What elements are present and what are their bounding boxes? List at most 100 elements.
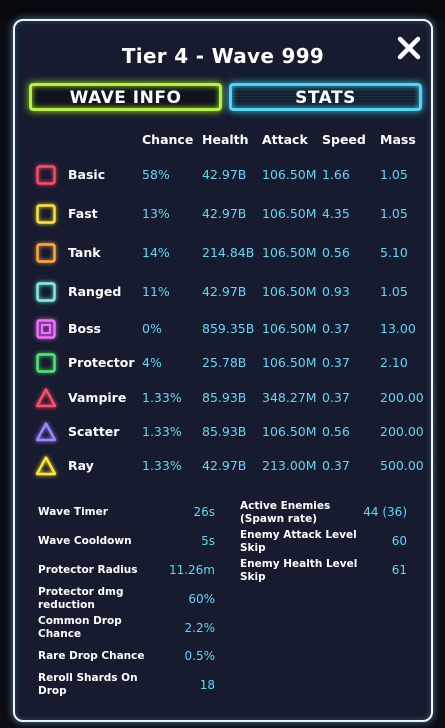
enemy-attack: 213.00M (262, 458, 317, 473)
enemy-name: Ray (68, 458, 94, 473)
enemy-health: 42.97B (202, 167, 247, 182)
enemy-row-scatter: Scatter 1.33% 85.93B 106.50M 0.56 200.00 (15, 421, 431, 443)
enemy-health: 25.78B (202, 355, 247, 370)
enemy-attack: 106.50M (262, 206, 317, 221)
enemy-chance: 11% (142, 284, 170, 299)
enemy-attack: 106.50M (262, 167, 317, 182)
enemy-attack: 348.27M (262, 390, 317, 405)
enemy-mass: 2.10 (380, 355, 408, 370)
tab-stats[interactable]: STATS (229, 83, 422, 111)
enemy-name: Vampire (68, 390, 127, 405)
enemy-mass: 13.00 (380, 321, 416, 336)
background-strip (0, 0, 445, 20)
enemy-speed: 0.56 (322, 245, 350, 260)
enemy-health: 85.93B (202, 424, 247, 439)
enemy-speed: 4.35 (322, 206, 350, 221)
enemy-icon-tank (35, 242, 57, 264)
enemy-chance: 13% (142, 206, 170, 221)
enemy-health: 42.97B (202, 206, 247, 221)
enemy-name: Basic (68, 167, 106, 182)
stat-label-protector-dmg-reduction: Protector dmg reduction (38, 586, 124, 611)
stat-value-enemy-attack-level-skip: 60 (391, 534, 407, 548)
enemy-icon-fast (35, 203, 57, 225)
enemy-name: Fast (68, 206, 98, 221)
enemy-chance: 1.33% (142, 424, 182, 439)
enemy-health: 42.97B (202, 284, 247, 299)
enemy-health: 859.35B (202, 321, 255, 336)
stat-label-reroll-shards-on-drop: Reroll Shards On Drop (38, 672, 138, 697)
stat-value-protector-radius: 11.26m (168, 563, 215, 577)
enemy-icon-basic (35, 164, 57, 186)
enemy-speed: 0.37 (322, 458, 350, 473)
enemy-mass: 200.00 (380, 390, 424, 405)
column-header-speed: Speed (322, 132, 366, 147)
enemy-speed: 0.37 (322, 321, 350, 336)
enemy-speed: 0.93 (322, 284, 350, 299)
enemy-icon-scatter (35, 421, 57, 443)
stat-label-wave-timer: Wave Timer (38, 506, 108, 518)
enemy-name: Protector (68, 355, 135, 370)
stat-label-common-drop-chance: Common Drop Chance (38, 615, 122, 640)
enemy-attack: 106.50M (262, 355, 317, 370)
enemy-row-boss: Boss 0% 859.35B 106.50M 0.37 13.00 (15, 318, 431, 340)
enemy-chance: 1.33% (142, 390, 182, 405)
stat-label-protector-radius: Protector Radius (38, 564, 138, 576)
column-header-health: Health (202, 132, 249, 147)
enemy-chance: 4% (142, 355, 162, 370)
stat-value-protector-dmg-reduction: 60% (188, 592, 215, 606)
stat-label-active-enemies: Active Enemies (Spawn rate) (240, 500, 331, 525)
enemy-mass: 1.05 (380, 284, 408, 299)
enemy-attack: 106.50M (262, 284, 317, 299)
enemy-name: Scatter (68, 424, 120, 439)
enemy-name: Boss (68, 321, 101, 336)
enemy-attack: 106.50M (262, 424, 317, 439)
column-header-attack: Attack (262, 132, 308, 147)
wave-info-panel: Tier 4 - Wave 999 WAVE INFO STATS Chance… (13, 19, 433, 722)
enemy-icon-ranged (35, 281, 57, 303)
enemy-icon-vampire (35, 387, 57, 409)
enemy-chance: 14% (142, 245, 170, 260)
enemy-mass: 500.00 (380, 458, 424, 473)
enemy-icon-ray (35, 455, 57, 477)
enemy-mass: 1.05 (380, 167, 408, 182)
column-header-mass: Mass (380, 132, 416, 147)
tab-wave-info[interactable]: WAVE INFO (29, 83, 222, 111)
enemy-attack: 106.50M (262, 245, 317, 260)
panel-title: Tier 4 - Wave 999 (121, 44, 325, 68)
stat-value-rare-drop-chance: 0.5% (184, 649, 216, 663)
stat-value-active-enemies: 44 (36) (363, 505, 407, 519)
stat-label-rare-drop-chance: Rare Drop Chance (38, 650, 145, 662)
stat-value-enemy-health-level-skip: 61 (391, 563, 407, 577)
enemy-attack: 106.50M (262, 321, 317, 336)
enemy-health: 85.93B (202, 390, 247, 405)
enemy-row-fast: Fast 13% 42.97B 106.50M 4.35 1.05 (15, 203, 431, 225)
enemy-speed: 0.37 (322, 355, 350, 370)
enemy-row-vampire: Vampire 1.33% 85.93B 348.27M 0.37 200.00 (15, 387, 431, 409)
close-icon[interactable] (395, 34, 423, 62)
enemy-mass: 1.05 (380, 206, 408, 221)
enemy-row-tank: Tank 14% 214.84B 106.50M 0.56 5.10 (15, 242, 431, 264)
column-header-chance: Chance (142, 132, 194, 147)
stat-label-wave-cooldown: Wave Cooldown (38, 535, 132, 547)
enemy-chance: 0% (142, 321, 162, 336)
enemy-row-ranged: Ranged 11% 42.97B 106.50M 0.93 1.05 (15, 281, 431, 303)
enemy-name: Tank (68, 245, 101, 260)
enemy-icon-boss (35, 318, 57, 340)
enemy-speed: 1.66 (322, 167, 350, 182)
stat-value-wave-timer: 26s (193, 505, 215, 519)
enemy-chance: 58% (142, 167, 170, 182)
enemy-mass: 200.00 (380, 424, 424, 439)
enemy-row-protector: Protector 4% 25.78B 106.50M 0.37 2.10 (15, 352, 431, 374)
stat-value-reroll-shards-on-drop: 18 (199, 678, 215, 692)
enemy-speed: 0.56 (322, 424, 350, 439)
enemy-icon-protector (35, 352, 57, 374)
enemy-row-basic: Basic 58% 42.97B 106.50M 1.66 1.05 (15, 164, 431, 186)
enemy-name: Ranged (68, 284, 122, 299)
enemy-mass: 5.10 (380, 245, 408, 260)
stat-value-common-drop-chance: 2.2% (184, 621, 216, 635)
enemy-speed: 0.37 (322, 390, 350, 405)
enemy-health: 42.97B (202, 458, 247, 473)
stat-value-wave-cooldown: 5s (201, 534, 215, 548)
enemy-chance: 1.33% (142, 458, 182, 473)
enemy-health: 214.84B (202, 245, 255, 260)
